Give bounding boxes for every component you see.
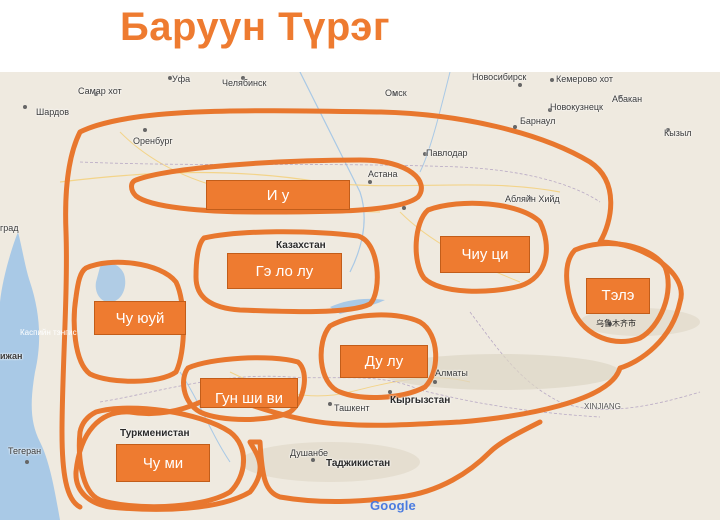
caspian-sea xyxy=(0,232,60,520)
country-turkmenistan: Туркменистан xyxy=(120,428,190,439)
country-kyrgyzstan: Кыргызстан xyxy=(390,395,451,406)
region-xinjiang: XINJIANG xyxy=(584,402,621,411)
region-label-gun-shi-vi[interactable]: Гун ши ви xyxy=(200,378,298,408)
country-tajikistan: Таджикистан xyxy=(326,458,391,469)
google-logo: Google xyxy=(370,498,416,513)
city-dushanbe: Душанбе xyxy=(290,448,329,458)
city-omsk: Омск xyxy=(385,88,407,98)
left-edge-grad: град xyxy=(0,223,19,233)
region-label-tele[interactable]: Тэлэ xyxy=(586,278,650,314)
city-astana: Астана xyxy=(368,169,398,179)
city-chelyabinsk: Челябинск xyxy=(222,78,267,88)
map-area[interactable]: Уфа Челябинск Самар хот Шардов Оренбург … xyxy=(0,72,720,520)
city-kyzyl: Кызыл xyxy=(664,128,692,138)
city-abakan: Абакан xyxy=(612,94,643,104)
aral-sea xyxy=(95,263,126,303)
city-kemerovo: Кемерово хот xyxy=(556,74,613,84)
region-label-chu-mi[interactable]: Чу ми xyxy=(116,444,210,482)
page-title: Баруун Түрэг xyxy=(120,5,391,49)
urumqi-label: 乌鲁木齐市 xyxy=(596,319,636,328)
region-label-ge-lo-lu[interactable]: Гэ ло лу xyxy=(227,253,342,289)
region-label-i-u[interactable]: И у xyxy=(206,180,350,210)
city-almaty: Алматы xyxy=(435,368,468,378)
city-shardov: Шардов xyxy=(36,107,70,117)
city-novokuznetsk: Новокузнецк xyxy=(550,102,603,112)
region-label-chiu-ci[interactable]: Чиу ци xyxy=(440,236,530,273)
country-kazakhstan: Казахстан xyxy=(276,240,326,251)
city-ablain-hiid: Абляйн Хийд xyxy=(505,194,560,204)
city-tashkent: Ташкент xyxy=(334,403,370,413)
region-label-tele-text: Тэлэ xyxy=(601,287,635,304)
city-tehran: Тегеран xyxy=(8,446,42,456)
city-samara: Самар хот xyxy=(78,86,122,96)
region-label-chu-yuui[interactable]: Чу юуй xyxy=(94,301,186,335)
city-pavlodar: Павлодар xyxy=(426,148,468,158)
city-barnaul: Барнаул xyxy=(520,116,556,126)
city-novosibirsk: Новосибирск xyxy=(472,72,527,82)
region-label-du-lu[interactable]: Ду лу xyxy=(340,345,428,378)
city-ufa: Уфа xyxy=(172,74,191,84)
city-orenburg: Оренбург xyxy=(133,136,173,146)
left-edge-izhan: ижан xyxy=(0,351,23,361)
caspian-sea-label: Каспийн тэнгис xyxy=(20,328,77,337)
